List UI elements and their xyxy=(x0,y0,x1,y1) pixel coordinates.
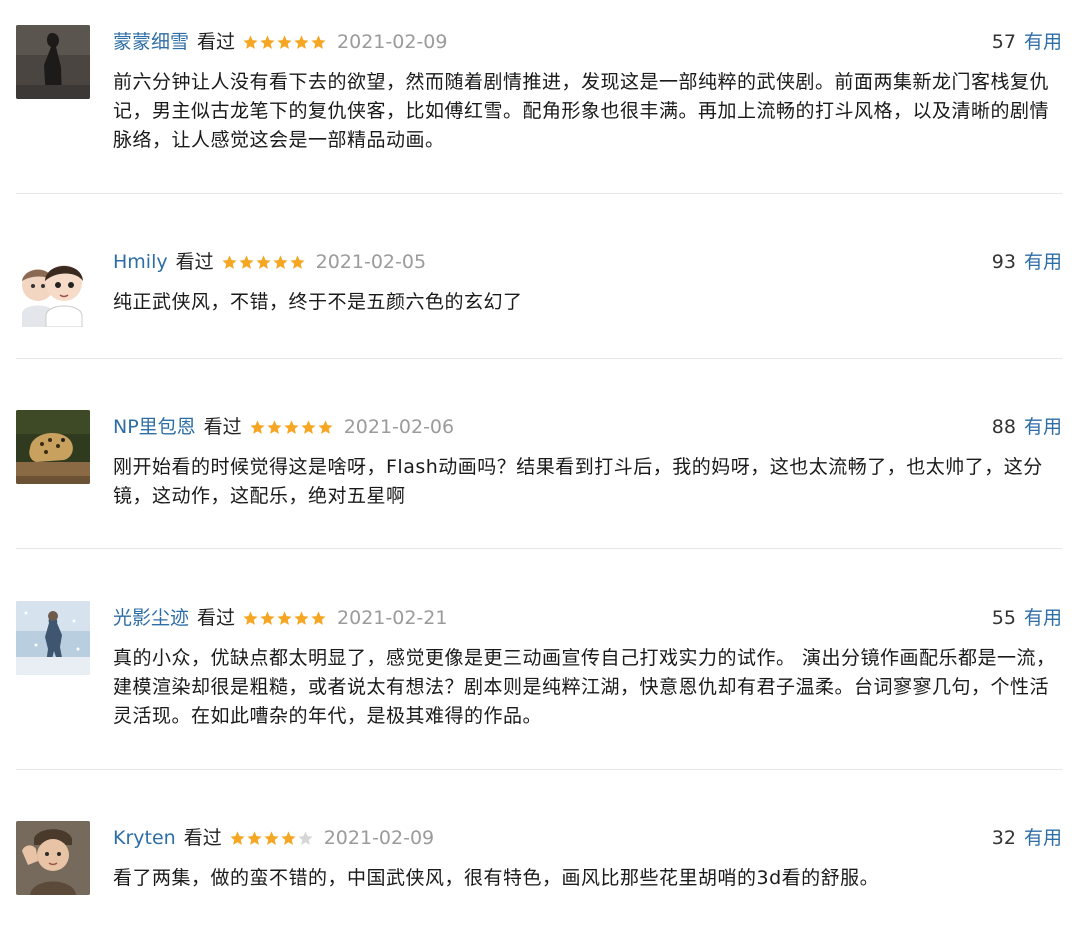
watch-status: 看过 xyxy=(203,416,242,438)
review-date: 2021-02-09 xyxy=(323,827,435,849)
star-empty-icon xyxy=(297,830,314,847)
star-filled-icon xyxy=(272,254,289,271)
review-header: NP里包恩 看过 2021-02-06 88 有用 xyxy=(113,414,1062,440)
star-filled-icon xyxy=(263,830,280,847)
watch-status: 看过 xyxy=(197,607,236,629)
review-content: 刚开始看的时候觉得这是啥呀，Flash动画吗？结果看到打斗后，我的妈呀，这也太流… xyxy=(113,456,1043,507)
vote-count: 32 xyxy=(991,827,1016,849)
star-filled-icon xyxy=(259,34,276,51)
star-filled-icon xyxy=(283,419,300,436)
watch-status: 看过 xyxy=(183,827,222,849)
divider xyxy=(16,193,1062,194)
review-content: 真的小众，优缺点都太明显了，感觉更像是更三动画宣传自己打戏实力的试作。 演出分镜… xyxy=(113,647,1056,727)
star-filled-icon xyxy=(310,34,327,51)
star-filled-icon xyxy=(310,610,327,627)
vote-area: 88 有用 xyxy=(992,414,1062,440)
star-rating xyxy=(242,610,327,627)
dark-figure-avatar[interactable] xyxy=(16,25,90,99)
review-content: 看了两集，做的蛮不错的，中国武侠风，很有特色，画风比那些花里胡哨的3d看的舒服。 xyxy=(113,867,880,889)
star-filled-icon xyxy=(266,419,283,436)
vote-area: 55 有用 xyxy=(992,605,1062,631)
vote-count: 55 xyxy=(991,607,1016,629)
star-rating xyxy=(229,830,314,847)
useful-button[interactable]: 有用 xyxy=(1024,249,1062,275)
star-filled-icon xyxy=(276,34,293,51)
useful-button[interactable]: 有用 xyxy=(1024,605,1062,631)
star-filled-icon xyxy=(293,34,310,51)
review-date: 2021-02-05 xyxy=(315,251,427,273)
watch-status: 看过 xyxy=(197,31,236,53)
star-filled-icon xyxy=(249,419,266,436)
star-filled-icon xyxy=(255,254,272,271)
vote-area: 93 有用 xyxy=(992,249,1062,275)
star-filled-icon xyxy=(276,610,293,627)
review-content: 纯正武侠风，不错，终于不是五颜六色的玄幻了 xyxy=(113,291,523,313)
review-header: 光影尘迹 看过 2021-02-21 55 有用 xyxy=(113,605,1062,631)
star-rating xyxy=(242,34,327,51)
star-rating xyxy=(249,419,334,436)
review-header: Hmily 看过 2021-02-05 93 有用 xyxy=(113,249,1062,275)
useful-button[interactable]: 有用 xyxy=(1024,29,1062,55)
star-filled-icon xyxy=(238,254,255,271)
review-content: 前六分钟让人没有看下去的欲望，然而随着剧情推进，发现这是一部纯粹的武侠剧。前面两… xyxy=(113,71,1050,151)
username-link[interactable]: Hmily xyxy=(113,249,168,275)
divider xyxy=(16,769,1062,770)
username-link[interactable]: NP里包恩 xyxy=(113,414,196,440)
cartoon-boys-avatar[interactable] xyxy=(16,253,90,327)
username-link[interactable]: 光影尘迹 xyxy=(113,605,189,631)
vote-area: 32 有用 xyxy=(992,825,1062,851)
star-rating xyxy=(221,254,306,271)
star-filled-icon xyxy=(229,830,246,847)
review-header: Kryten 看过 2021-02-09 32 有用 xyxy=(113,825,1062,851)
vote-count: 93 xyxy=(991,251,1016,273)
review-date: 2021-02-09 xyxy=(337,31,448,53)
star-filled-icon xyxy=(280,830,297,847)
star-filled-icon xyxy=(317,419,334,436)
username-link[interactable]: Kryten xyxy=(113,825,176,851)
star-filled-icon xyxy=(242,610,259,627)
divider xyxy=(16,358,1062,359)
divider xyxy=(16,548,1062,549)
star-filled-icon xyxy=(300,419,317,436)
watch-status: 看过 xyxy=(175,251,214,273)
star-filled-icon xyxy=(259,610,276,627)
child-saluting-avatar[interactable] xyxy=(16,821,90,895)
star-filled-icon xyxy=(293,610,310,627)
useful-button[interactable]: 有用 xyxy=(1024,825,1062,851)
username-link[interactable]: 蒙蒙细雪 xyxy=(113,29,189,55)
review-date: 2021-02-06 xyxy=(343,416,455,438)
vote-count: 57 xyxy=(991,31,1016,53)
star-filled-icon xyxy=(289,254,306,271)
vote-count: 88 xyxy=(991,416,1016,438)
cheetah-avatar[interactable] xyxy=(16,410,90,484)
review-header: 蒙蒙细雪 看过 2021-02-09 57 有用 xyxy=(113,29,1062,55)
star-filled-icon xyxy=(221,254,238,271)
star-filled-icon xyxy=(242,34,259,51)
vote-area: 57 有用 xyxy=(992,29,1062,55)
star-filled-icon xyxy=(246,830,263,847)
useful-button[interactable]: 有用 xyxy=(1024,414,1062,440)
snow-painting-avatar[interactable] xyxy=(16,601,90,675)
review-date: 2021-02-21 xyxy=(337,607,448,629)
